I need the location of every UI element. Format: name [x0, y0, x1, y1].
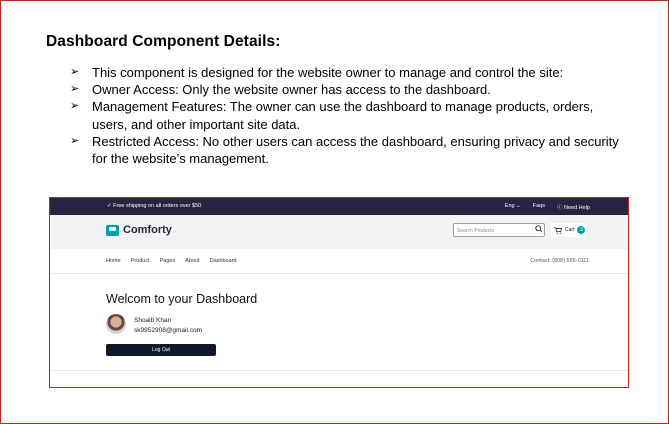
logo-text: Comforty [123, 224, 172, 236]
bullet-text: Owner Access: Only the website owner has… [92, 82, 491, 98]
nav-about[interactable]: About [185, 258, 199, 264]
dashboard-screenshot: ✓ Free shipping on all orders over $50 E… [49, 197, 629, 388]
logout-button[interactable]: Log Out [106, 344, 216, 356]
logo[interactable]: Comforty [106, 224, 172, 236]
nav-home[interactable]: Home [106, 258, 121, 264]
contact-info: Contact: (808) 555-0111 [530, 258, 589, 264]
main-nav: Home Product Pages About Dashboard Conta… [50, 249, 628, 274]
nav-dashboard[interactable]: Dashboard [210, 258, 237, 264]
cart-count-badge: 2 [577, 226, 586, 234]
bullet-text: Restricted Access: No other users can ac… [92, 133, 619, 167]
top-bar: ✓ Free shipping on all orders over $50 E… [50, 198, 628, 215]
user-email: sk9952908@gmail.com [134, 327, 203, 334]
user-name: Shoaib Khan [134, 317, 172, 324]
bullet-item: ➢ Restricted Access: No other users can … [70, 133, 630, 167]
avatar [106, 314, 126, 334]
faqs-link[interactable]: Faqs [533, 203, 545, 211]
free-shipping-text: ✓ Free shipping on all orders over $50 [107, 203, 202, 209]
bullet-item: ➢ Owner Access: Only the website owner h… [70, 81, 630, 98]
top-bar-links: Eng ⌄ Faqs ⓘ Need Help [505, 203, 590, 211]
nav-links: Home Product Pages About Dashboard [106, 258, 237, 264]
bullet-text: Management Features: The owner can use t… [92, 99, 594, 132]
armchair-icon [106, 224, 119, 236]
arrow-bullet-icon: ➢ [70, 134, 80, 147]
nav-product[interactable]: Product [131, 258, 150, 264]
bullet-text: This component is designed for the websi… [92, 65, 564, 80]
cart-label: Cart [565, 227, 575, 233]
language-select[interactable]: Eng ⌄ [505, 203, 521, 211]
nav-pages[interactable]: Pages [160, 258, 176, 264]
site-header: Comforty Search Products Cart 2 [50, 215, 628, 249]
divider [50, 370, 628, 371]
arrow-bullet-icon: ➢ [70, 100, 80, 113]
bullet-item: ➢ Management Features: The owner can use… [70, 98, 630, 132]
arrow-bullet-icon: ➢ [70, 83, 80, 96]
bullet-list: ➢ This component is designed for the web… [70, 64, 630, 167]
cart-icon [554, 226, 562, 234]
cart-button[interactable]: Cart 2 [551, 223, 587, 237]
welcome-heading: Welcom to your Dashboard [106, 292, 258, 306]
document-title: Dashboard Component Details: [46, 33, 281, 50]
search-icon[interactable] [535, 225, 543, 233]
need-help-link[interactable]: ⓘ Need Help [557, 203, 590, 211]
bullet-item: ➢ This component is designed for the web… [70, 64, 630, 81]
arrow-bullet-icon: ➢ [70, 66, 80, 78]
search-input[interactable]: Search Products [453, 223, 545, 237]
